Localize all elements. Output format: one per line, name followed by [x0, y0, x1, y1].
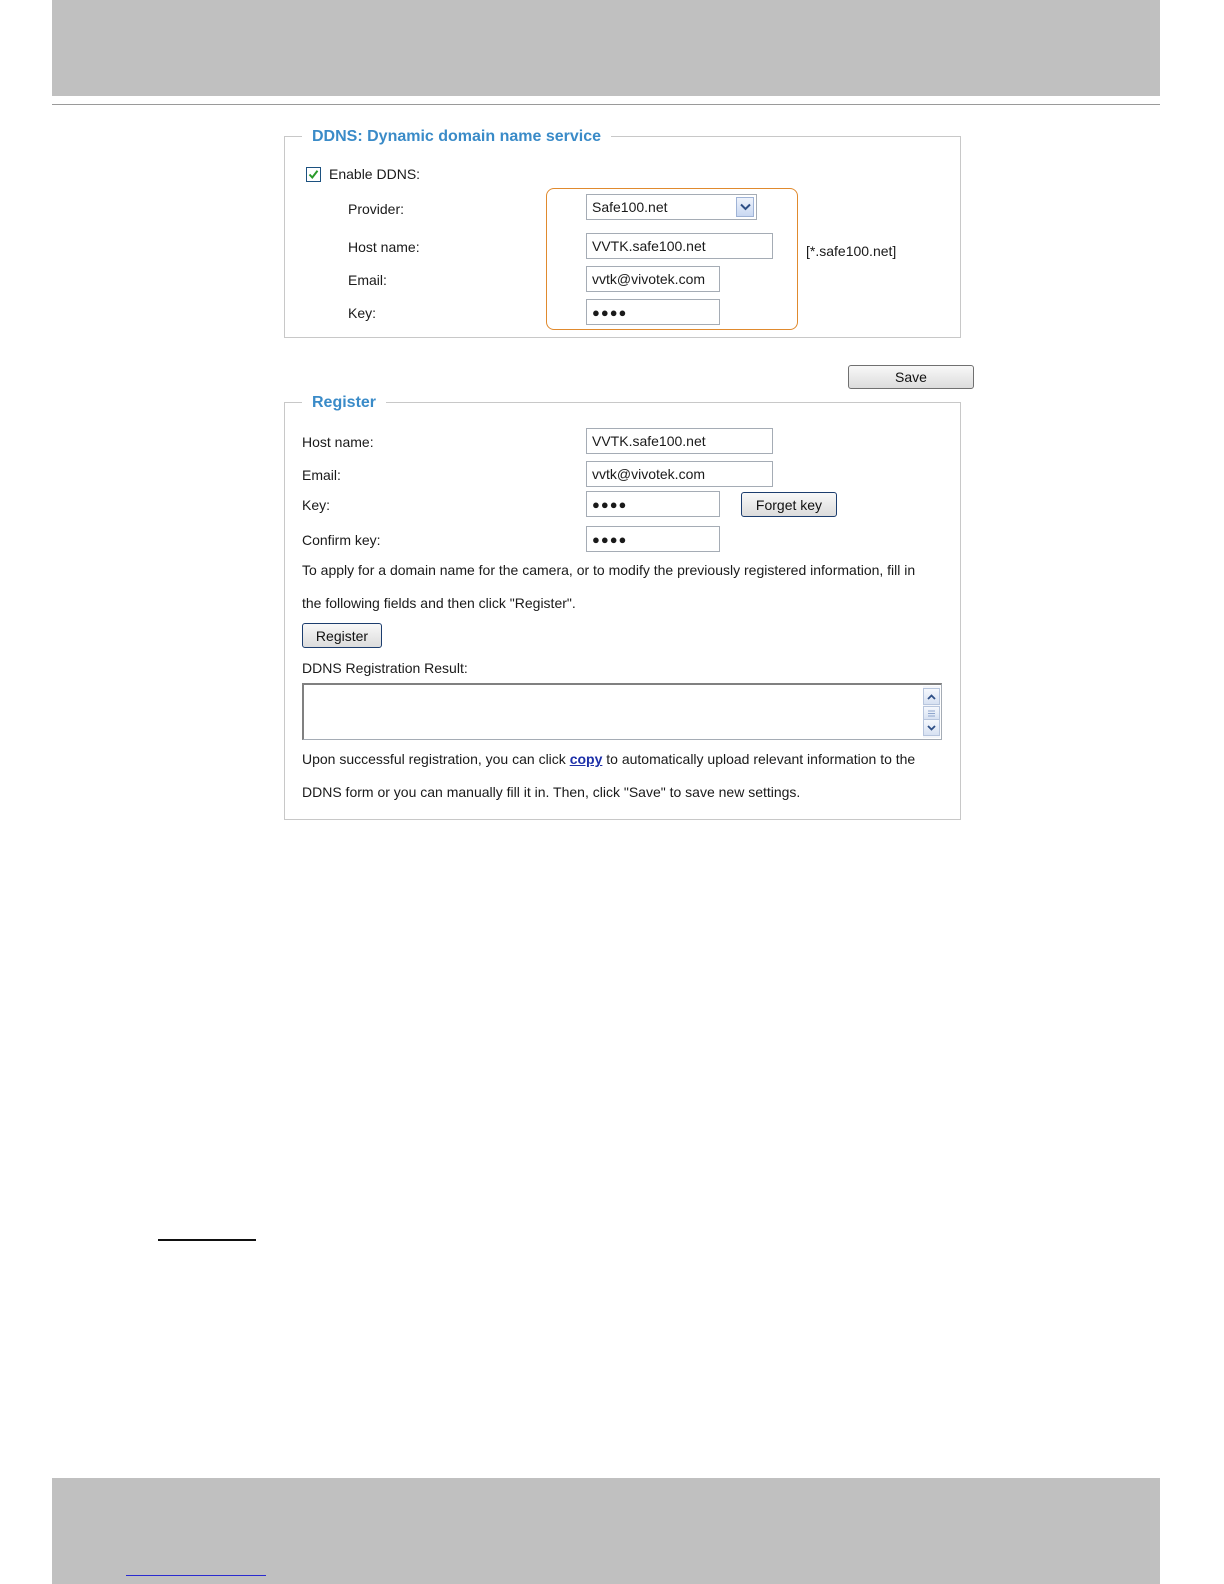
- grip-icon[interactable]: [923, 706, 940, 720]
- instruction-line-1: To apply for a domain name for the camer…: [302, 562, 916, 578]
- note-part-1: Upon successful registration, you can cl…: [302, 751, 566, 767]
- ddns-key-label: Key:: [348, 305, 377, 321]
- chevron-down-icon[interactable]: [923, 719, 940, 736]
- register-key-label: Key:: [302, 497, 331, 513]
- provider-select-value: Safe100.net: [592, 199, 668, 215]
- ddns-email-input[interactable]: [586, 266, 720, 292]
- enable-ddns-checkbox[interactable]: [306, 167, 321, 182]
- save-button[interactable]: Save: [848, 365, 974, 389]
- instruction-line-2: the following fields and then click "Reg…: [302, 595, 576, 611]
- header-band: [52, 0, 1160, 96]
- footer-band: [52, 1478, 1160, 1584]
- note-line-2: DDNS form or you can manually fill it in…: [302, 784, 801, 800]
- forget-key-button[interactable]: Forget key: [741, 492, 837, 517]
- copy-link[interactable]: copy: [570, 751, 603, 767]
- hostname-hint: [*.safe100.net]: [806, 243, 897, 259]
- provider-select[interactable]: Safe100.net: [586, 194, 757, 220]
- ddns-legend: DDNS: Dynamic domain name service: [302, 127, 611, 147]
- register-hostname-label: Host name:: [302, 434, 374, 450]
- confirm-key-input[interactable]: [586, 526, 720, 552]
- note-line-1: Upon successful registration, you can cl…: [302, 750, 915, 768]
- register-key-input[interactable]: [586, 491, 720, 517]
- register-legend: Register: [302, 393, 387, 413]
- register-button[interactable]: Register: [302, 623, 382, 648]
- ddns-email-label: Email:: [348, 272, 387, 288]
- result-textarea[interactable]: [302, 683, 942, 740]
- header-divider: [52, 104, 1160, 105]
- confirm-key-label: Confirm key:: [302, 532, 381, 548]
- note-part-2: to automatically upload relevant informa…: [606, 751, 916, 767]
- chevron-up-icon[interactable]: [923, 688, 940, 705]
- footnote-divider: [158, 1239, 256, 1241]
- checkmark-icon: [308, 170, 319, 180]
- register-hostname-input[interactable]: [586, 428, 773, 454]
- register-email-label: Email:: [302, 467, 341, 483]
- ddns-key-input[interactable]: [586, 299, 720, 325]
- register-email-input[interactable]: [586, 461, 773, 487]
- ddns-hostname-label: Host name:: [348, 239, 420, 255]
- provider-label: Provider:: [348, 201, 405, 217]
- enable-ddns-label: Enable DDNS:: [329, 166, 421, 182]
- ddns-hostname-input[interactable]: [586, 233, 773, 259]
- footer-link-underline: [126, 1575, 266, 1576]
- chevron-down-icon[interactable]: [736, 197, 754, 217]
- result-scrollbar[interactable]: [923, 686, 940, 738]
- result-label: DDNS Registration Result:: [302, 660, 468, 676]
